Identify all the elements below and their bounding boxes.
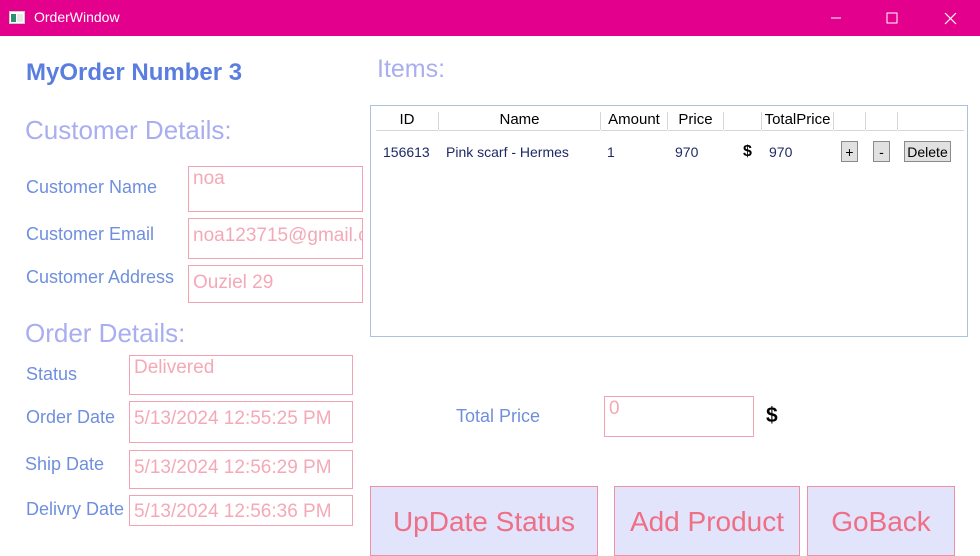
order-date-label: Order Date (26, 407, 116, 427)
cell-amount: 1 (607, 144, 615, 160)
column-separator (761, 112, 762, 130)
dollar-icon: $ (766, 404, 778, 427)
maximize-button[interactable] (864, 0, 920, 36)
order-date-field[interactable]: 5/13/2024 12:55:25 PM (129, 401, 353, 443)
ship-date-field[interactable]: 5/13/2024 12:56:29 PM (129, 450, 353, 489)
items-grid[interactable]: ID Name Amount Price TotalPrice 156613 P… (370, 105, 968, 337)
window-title: OrderWindow (34, 9, 120, 25)
customer-name-field[interactable]: noa (188, 166, 363, 212)
dollar-icon: $ (743, 143, 752, 160)
ship-date-label: Ship Date (25, 454, 105, 474)
cell-total: 970 (769, 144, 793, 160)
column-header-id[interactable]: ID (376, 112, 438, 131)
status-field[interactable]: Delivered (129, 355, 353, 395)
minimize-icon (831, 17, 841, 19)
cell-name: Pink scarf - Hermes (446, 144, 569, 160)
cell-id: 156613 (383, 144, 430, 160)
increase-amount-button[interactable]: + (841, 141, 858, 162)
customer-address-field[interactable]: Ouziel 29 (188, 265, 363, 303)
column-separator (438, 112, 439, 130)
close-icon (944, 12, 956, 24)
customer-address-label: Customer Address (26, 267, 175, 287)
column-separator (865, 112, 866, 130)
customer-name-label: Customer Name (26, 177, 158, 197)
status-label: Status (26, 364, 78, 384)
close-button[interactable] (922, 0, 978, 36)
customer-email-label: Customer Email (26, 224, 155, 244)
column-header-name[interactable]: Name (439, 112, 600, 131)
column-separator (600, 112, 601, 130)
title-bar: OrderWindow (0, 0, 980, 36)
column-header-currency[interactable] (724, 112, 761, 131)
column-separator (897, 112, 898, 130)
delivery-date-label: Delivry Date (26, 499, 125, 519)
order-details-heading: Order Details: (25, 318, 186, 348)
delivery-date-field[interactable]: 5/13/2024 12:56:36 PM (129, 495, 353, 526)
column-header-totalprice[interactable]: TotalPrice (762, 112, 833, 131)
column-separator (833, 112, 834, 130)
column-separator (667, 112, 668, 130)
add-product-button[interactable]: Add Product (614, 486, 800, 556)
column-header-plus[interactable] (834, 112, 865, 131)
delete-item-button[interactable]: Delete (904, 141, 951, 162)
total-price-label: Total Price (456, 406, 541, 426)
total-price-field[interactable]: 0 (604, 396, 754, 437)
column-header-price[interactable]: Price (668, 112, 723, 131)
order-heading: MyOrder Number 3 (26, 59, 243, 86)
app-icon (9, 11, 25, 24)
column-header-minus[interactable] (866, 112, 897, 131)
customer-email-field[interactable]: noa123715@gmail.c (188, 218, 363, 259)
cell-price: 970 (675, 144, 699, 160)
decrease-amount-button[interactable]: - (873, 141, 890, 162)
update-status-button[interactable]: UpDate Status (370, 486, 598, 556)
column-header-delete[interactable] (898, 112, 964, 131)
customer-details-heading: Customer Details: (25, 115, 232, 145)
minimize-button[interactable] (808, 0, 864, 36)
maximize-icon (886, 12, 898, 24)
items-heading: Items: (377, 55, 446, 83)
column-header-amount[interactable]: Amount (601, 112, 667, 131)
column-separator (723, 112, 724, 130)
go-back-button[interactable]: GoBack (807, 486, 955, 556)
